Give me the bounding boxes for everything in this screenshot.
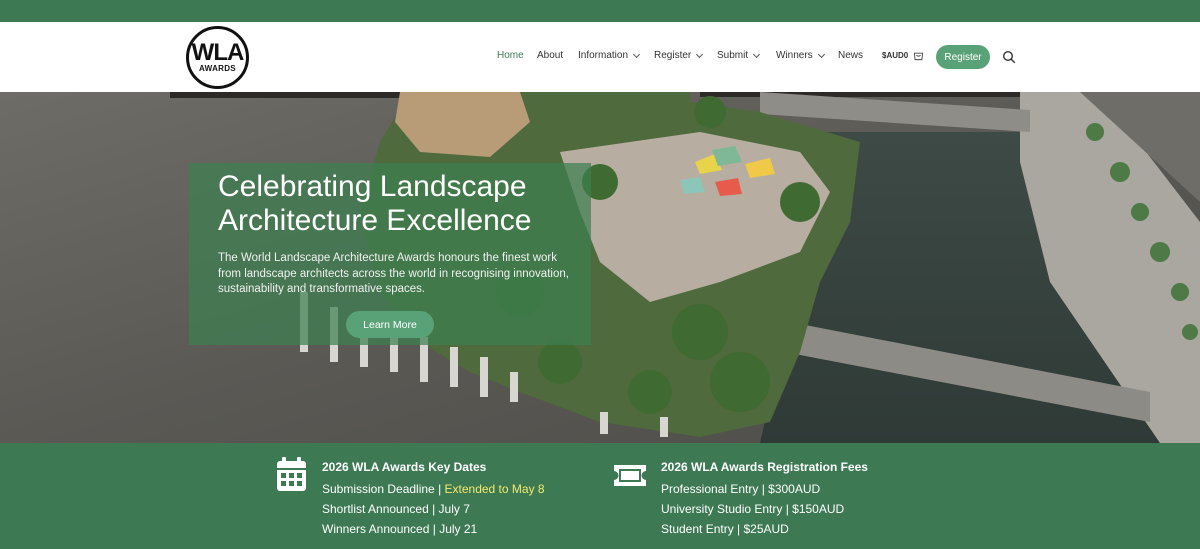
- cart-total: $AUD0: [882, 51, 909, 60]
- main-nav: Home About Information Register Submit W…: [0, 22, 1200, 92]
- hero-aerial-image: [0, 92, 1200, 443]
- top-strip: [0, 0, 1200, 22]
- hero-section: Celebrating Landscape Architecture Excel…: [0, 92, 1200, 443]
- nav-item-about[interactable]: About: [537, 50, 563, 61]
- hero-title: Celebrating Landscape Architecture Excel…: [218, 170, 532, 237]
- nav-item-winners[interactable]: Winners: [776, 50, 825, 61]
- key-info-band: 2026 WLA Awards Key Dates Submission Dea…: [0, 443, 1200, 549]
- nav-item-news[interactable]: News: [838, 50, 863, 61]
- nav-item-label: Register: [654, 50, 692, 61]
- nav-item-register[interactable]: Register: [654, 50, 704, 61]
- key-dates-column: 2026 WLA Awards Key Dates Submission Dea…: [322, 459, 545, 539]
- ticket-icon: [614, 465, 646, 486]
- nav-item-label: About: [537, 50, 564, 61]
- shortlist-date: Shortlist Announced | July 7: [322, 502, 470, 516]
- submission-deadline: Submission Deadline | Extended to May 8: [322, 479, 545, 499]
- student-fee: Student Entry | $25AUD: [661, 522, 789, 536]
- nav-item-information[interactable]: Information: [578, 50, 641, 61]
- university-fee: University Studio Entry | $150AUD: [661, 502, 845, 516]
- registration-fees-title: 2026 WLA Awards Registration Fees: [661, 460, 868, 474]
- submission-deadline-value: Extended to May 8: [444, 482, 545, 496]
- nav-item-home[interactable]: Home: [497, 50, 524, 61]
- nav-item-label: News: [838, 50, 864, 61]
- registration-fees-column: 2026 WLA Awards Registration Fees Profes…: [661, 459, 868, 539]
- nav-item-label: Home: [497, 50, 524, 61]
- cart-link[interactable]: $AUD0: [882, 50, 924, 61]
- calendar-icon: [277, 457, 306, 491]
- search-icon[interactable]: [1002, 50, 1016, 64]
- nav-item-label: Winners: [776, 50, 813, 61]
- site-header: WLA AWARDS Home About Information Regist…: [0, 22, 1200, 92]
- key-dates-title: 2026 WLA Awards Key Dates: [322, 460, 487, 474]
- register-button[interactable]: Register: [936, 45, 990, 69]
- chevron-down-icon: [817, 50, 825, 58]
- nav-item-label: Information: [578, 50, 629, 61]
- hero-overlay-panel: Celebrating Landscape Architecture Excel…: [189, 163, 591, 345]
- chevron-down-icon: [632, 50, 641, 58]
- learn-more-button[interactable]: Learn More: [346, 311, 434, 338]
- hero-description: The World Landscape Architecture Awards …: [218, 252, 569, 295]
- chevron-down-icon: [753, 50, 761, 58]
- chevron-down-icon: [696, 50, 704, 58]
- nav-item-label: Submit: [717, 50, 749, 61]
- nav-item-submit[interactable]: Submit: [717, 50, 761, 61]
- winners-date: Winners Announced | July 21: [322, 522, 478, 536]
- professional-fee: Professional Entry | $300AUD: [661, 482, 821, 496]
- submission-deadline-label: Submission Deadline |: [322, 482, 445, 496]
- cart-icon: [914, 52, 924, 61]
